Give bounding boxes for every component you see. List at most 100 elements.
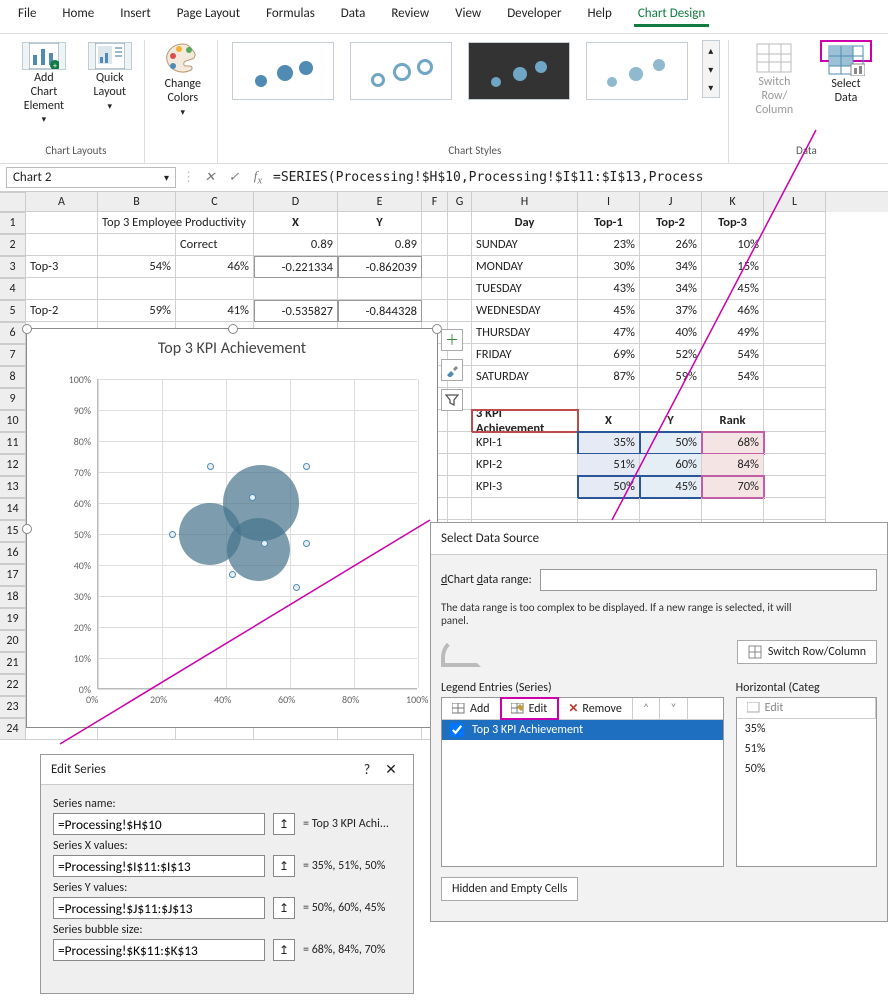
cell-K13[interactable]: 70% [702,476,764,498]
cell-A1[interactable] [26,212,98,234]
fx-icon[interactable]: fx [249,168,267,187]
embedded-chart[interactable]: Top 3 KPI Achievement 0%10%20%30%40%50%6… [26,328,438,728]
style-scroll-down[interactable]: ▾ [703,60,719,79]
chart-filter-button[interactable] [441,389,463,411]
cell-E2[interactable]: 0.89 [338,234,422,256]
menu-view[interactable]: View [451,4,485,27]
cell-C3[interactable]: 46% [176,256,254,278]
menu-formulas[interactable]: Formulas [262,4,319,27]
chart-handle[interactable] [228,324,238,334]
menu-help[interactable]: Help [583,4,615,27]
row-20[interactable]: 20 [0,630,26,652]
cell-D3[interactable]: -0.221334 [254,256,338,278]
cell-I13[interactable]: 50% [578,476,640,498]
cell-J8[interactable]: 59% [640,366,702,388]
cell-J10[interactable]: Y [640,410,702,432]
row-4[interactable]: 4 [0,278,26,300]
cell-L1[interactable] [764,212,826,234]
cell-I3[interactable]: 30% [578,256,640,278]
cell-H7[interactable]: FRIDAY [472,344,578,366]
menu-insert[interactable]: Insert [116,4,155,27]
cell-K5[interactable]: 46% [702,300,764,322]
cell-F1[interactable] [422,212,448,234]
cell-A3[interactable]: Top-3 [26,256,98,278]
cell-E5[interactable]: -0.844328 [338,300,422,322]
menu-page-layout[interactable]: Page Layout [173,4,244,27]
legend-series-checkbox[interactable] [450,723,464,737]
cell-I6[interactable]: 47% [578,322,640,344]
cell-D5[interactable]: -0.535827 [254,300,338,322]
select-all-triangle[interactable] [0,192,26,212]
cell-J11[interactable]: 50% [640,432,702,454]
accept-formula-icon[interactable]: ✓ [225,170,243,185]
cell-K11[interactable]: 68% [702,432,764,454]
row-17[interactable]: 17 [0,564,26,586]
cell-I7[interactable]: 69% [578,344,640,366]
cell-A5[interactable]: Top-2 [26,300,98,322]
cell-J13[interactable]: 45% [640,476,702,498]
cell-J2[interactable]: 26% [640,234,702,256]
cell-J12[interactable]: 60% [640,454,702,476]
cell-C2[interactable]: Correct [176,234,254,256]
change-colors-button[interactable]: Change Colors ▾ [157,40,209,62]
cell-D1[interactable]: X [254,212,338,234]
cell-A2[interactable] [26,234,98,256]
menu-review[interactable]: Review [387,4,433,27]
cell-E1[interactable]: Y [338,212,422,234]
col-A[interactable]: A [26,192,98,212]
legend-add-button[interactable]: Add [442,698,501,719]
menu-home[interactable]: Home [58,4,98,27]
col-J[interactable]: J [640,192,702,212]
row-1[interactable]: 1 [0,212,26,234]
chart-plus-button[interactable]: ＋ [441,329,463,351]
hidden-empty-cells-button[interactable]: Hidden and Empty Cells [441,877,578,901]
cell-B2[interactable] [98,234,176,256]
col-G[interactable]: G [448,192,472,212]
row-10[interactable]: 10 [0,410,26,432]
cell-H4[interactable]: TUESDAY [472,278,578,300]
series-name-input[interactable] [53,813,265,835]
switch-row-column-dialog-button[interactable]: Switch Row/Column [737,640,877,664]
cell-K7[interactable]: 54% [702,344,764,366]
row-21[interactable]: 21 [0,652,26,674]
cell-B5[interactable]: 59% [98,300,176,322]
cell-H5[interactable]: WEDNESDAY [472,300,578,322]
row-16[interactable]: 16 [0,542,26,564]
chart-handle[interactable] [22,524,32,534]
style-gallery-more[interactable]: ▾ [703,78,719,97]
cell-K8[interactable]: 54% [702,366,764,388]
row-2[interactable]: 2 [0,234,26,256]
row-12[interactable]: 12 [0,454,26,476]
cell-K10[interactable]: Rank [702,410,764,432]
chart-style-scroll[interactable]: ▴ ▾ ▾ [702,40,720,98]
cell-H10[interactable]: 3 KPI Achievement [472,410,578,432]
cell-H12[interactable]: KPI-2 [472,454,578,476]
col-C[interactable]: C [176,192,254,212]
legend-remove-button[interactable]: ✕ Remove [558,698,632,719]
cell-B3[interactable]: 54% [98,256,176,278]
col-D[interactable]: D [254,192,338,212]
cell-L2[interactable] [764,234,826,256]
series-y-input[interactable] [53,897,265,919]
cell-K12[interactable]: 84% [702,454,764,476]
cell-H6[interactable]: THURSDAY [472,322,578,344]
horiz-item[interactable]: 50% [737,759,876,779]
cell-J6[interactable]: 40% [640,322,702,344]
cell-I5[interactable]: 45% [578,300,640,322]
select-data-dialog[interactable]: Select Data Source dChart data range:Cha… [430,522,888,922]
cell-J4[interactable]: 34% [640,278,702,300]
horiz-item[interactable]: 35% [737,719,876,739]
cell-B1[interactable]: Top 3 Employee Productivity [98,212,176,234]
cell-I2[interactable]: 23% [578,234,640,256]
cell-G1[interactable] [448,212,472,234]
cell-L3[interactable] [764,256,826,278]
col-E[interactable]: E [338,192,422,212]
menu-chart-design[interactable]: Chart Design [634,4,709,27]
cell-D2[interactable]: 0.89 [254,234,338,256]
series-x-input[interactable] [53,855,265,877]
chevron-down-icon[interactable]: ▾ [164,171,169,184]
cell-I1[interactable]: Top-1 [578,212,640,234]
cancel-formula-icon[interactable]: ✕ [201,170,219,185]
cell-K6[interactable]: 49% [702,322,764,344]
horiz-item[interactable]: 51% [737,739,876,759]
